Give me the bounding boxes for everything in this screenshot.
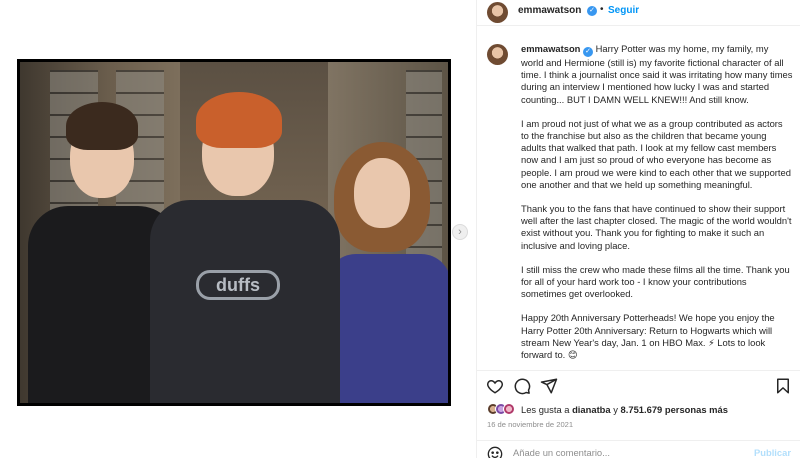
verified-badge-icon: ✓ xyxy=(583,47,594,57)
comment-input[interactable] xyxy=(513,447,743,458)
caption-paragraph: Thank you to the fans that have continue… xyxy=(521,203,792,251)
publish-button[interactable]: Publicar xyxy=(754,447,791,458)
hoodie-logo: duffs xyxy=(196,270,280,300)
next-image-button[interactable]: › xyxy=(452,224,468,240)
comment-icon[interactable] xyxy=(513,377,531,395)
caption-paragraph: emmawatson ✓ Harry Potter was my home, m… xyxy=(521,43,793,106)
person-hair xyxy=(66,102,138,150)
post-photo[interactable]: duffs xyxy=(17,59,451,406)
caption-username-link[interactable]: emmawatson xyxy=(521,43,580,54)
caption-paragraph: Happy 20th Anniversary Potterheads! We h… xyxy=(521,312,775,361)
username-link[interactable]: emmawatson xyxy=(518,5,581,16)
verified-badge-icon: ✓ xyxy=(587,6,597,16)
separator-dot: • xyxy=(600,4,604,15)
person-center: duffs xyxy=(150,92,340,403)
likes-text: Les gusta a dianatba y 8.751.679 persona… xyxy=(521,404,728,415)
media-pane: duffs › xyxy=(0,0,475,458)
comment-bar: Publicar xyxy=(477,440,800,458)
likes-prefix: Les gusta a xyxy=(521,404,573,415)
caption-paragraph: I am proud not just of what we as a grou… xyxy=(521,117,791,190)
post-date[interactable]: 16 de noviembre de 2021 xyxy=(487,420,573,429)
post-side-panel: emmawatson ✓ • Seguir emmawatson ✓ Harry… xyxy=(476,0,800,458)
chevron-right-icon: › xyxy=(458,226,462,238)
emoji-icon[interactable] xyxy=(487,446,503,458)
caption-area: emmawatson ✓ Harry Potter was my home, m… xyxy=(477,36,800,366)
post-header: emmawatson ✓ • Seguir xyxy=(477,0,800,26)
avatar[interactable] xyxy=(487,2,508,23)
likes-count-link[interactable]: 8.751.679 personas más xyxy=(621,404,728,415)
person-body xyxy=(326,254,448,403)
person-hair xyxy=(196,92,282,148)
liker-username-link[interactable]: dianatba xyxy=(572,404,611,415)
share-icon[interactable] xyxy=(540,377,558,395)
person-left xyxy=(28,102,178,403)
caption-paragraph: I still miss the crew who made these fil… xyxy=(521,263,790,300)
heart-icon[interactable] xyxy=(486,377,504,395)
follow-button[interactable]: Seguir xyxy=(608,5,639,16)
likes-conjunction: y xyxy=(610,404,621,415)
person-body xyxy=(150,200,340,403)
person-face xyxy=(354,158,410,228)
avatar[interactable] xyxy=(487,44,508,65)
caption-text: emmawatson ✓ Harry Potter was my home, m… xyxy=(521,43,793,366)
liker-avatar[interactable] xyxy=(503,403,515,415)
person-right xyxy=(326,142,448,403)
photo-scene: duffs xyxy=(20,62,448,403)
bookmark-icon[interactable] xyxy=(774,377,792,395)
action-bar xyxy=(477,370,800,398)
